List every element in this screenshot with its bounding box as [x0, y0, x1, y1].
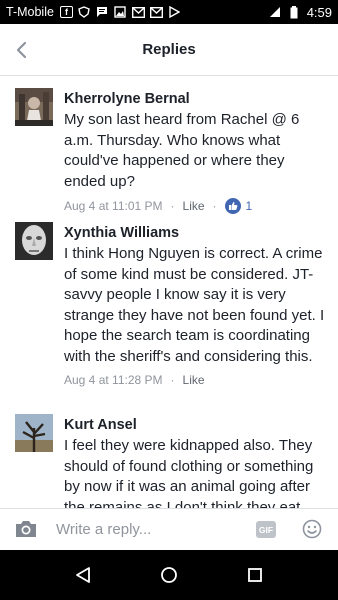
comment-author[interactable]: Kurt Ansel	[64, 416, 330, 434]
replies-header: Replies	[0, 24, 338, 76]
reaction-summary[interactable]: 1	[224, 198, 253, 214]
status-right: 4:59	[269, 5, 332, 20]
image-icon	[114, 6, 127, 18]
gif-icon[interactable]: GIF	[256, 521, 276, 538]
comment-body: Xynthia Williams I think Hong Nguyen is …	[64, 224, 330, 387]
gmail-icon	[149, 6, 163, 18]
camera-icon[interactable]	[14, 519, 38, 539]
comment-meta: Aug 4 at 11:01 PM · Like · 1	[64, 198, 330, 214]
battery-icon	[288, 5, 301, 18]
comment-body: Kherrolyne Bernal My son last heard from…	[64, 90, 330, 214]
thumbs-up-icon	[224, 198, 241, 214]
comment-text: My son last heard from Rachel @ 6 a.m. T…	[64, 111, 300, 190]
reaction-count: 1	[245, 199, 253, 213]
meta-separator: ·	[170, 199, 175, 213]
avatar[interactable]	[15, 88, 53, 126]
comment-text: I think Hong Nguyen is correct. A crime …	[64, 245, 325, 365]
emoji-icon[interactable]	[302, 519, 322, 539]
status-bar: T-Mobile f 4:59	[0, 0, 338, 24]
comment-body: Kurt Ansel I feel they were kidnapped al…	[64, 416, 330, 518]
avatar[interactable]	[15, 222, 53, 260]
comment-author[interactable]: Xynthia Williams	[64, 224, 330, 242]
carrier-label: T-Mobile	[6, 5, 54, 19]
comment-timestamp: Aug 4 at 11:01 PM	[64, 199, 163, 213]
page-title: Replies	[142, 41, 196, 58]
play-icon	[168, 6, 181, 18]
notification-icons: f	[59, 6, 181, 18]
avatar[interactable]	[15, 414, 53, 452]
shield-icon	[78, 6, 91, 18]
facebook-icon: f	[59, 6, 73, 18]
comment-timestamp: Aug 4 at 11:28 PM	[64, 373, 163, 387]
comment-author[interactable]: Kherrolyne Bernal	[64, 90, 330, 108]
reply-input[interactable]	[56, 515, 236, 543]
comment-meta: Aug 4 at 11:28 PM · Like	[64, 373, 330, 387]
nav-recents-icon[interactable]	[243, 563, 267, 587]
message-icon	[96, 6, 109, 18]
nav-back-icon[interactable]	[71, 563, 95, 587]
like-button[interactable]: Like	[183, 373, 205, 387]
comment-text: I feel they were kidnapped also. They sh…	[64, 437, 314, 516]
gmail-icon	[131, 6, 145, 18]
like-button[interactable]: Like	[183, 199, 205, 213]
reply-composer: GIF	[0, 508, 338, 550]
status-time: 4:59	[306, 4, 332, 20]
signal-icon	[269, 6, 282, 18]
system-nav-bar	[0, 550, 338, 600]
nav-home-icon[interactable]	[157, 563, 181, 587]
meta-separator: ·	[212, 199, 217, 213]
meta-separator: ·	[170, 373, 175, 387]
